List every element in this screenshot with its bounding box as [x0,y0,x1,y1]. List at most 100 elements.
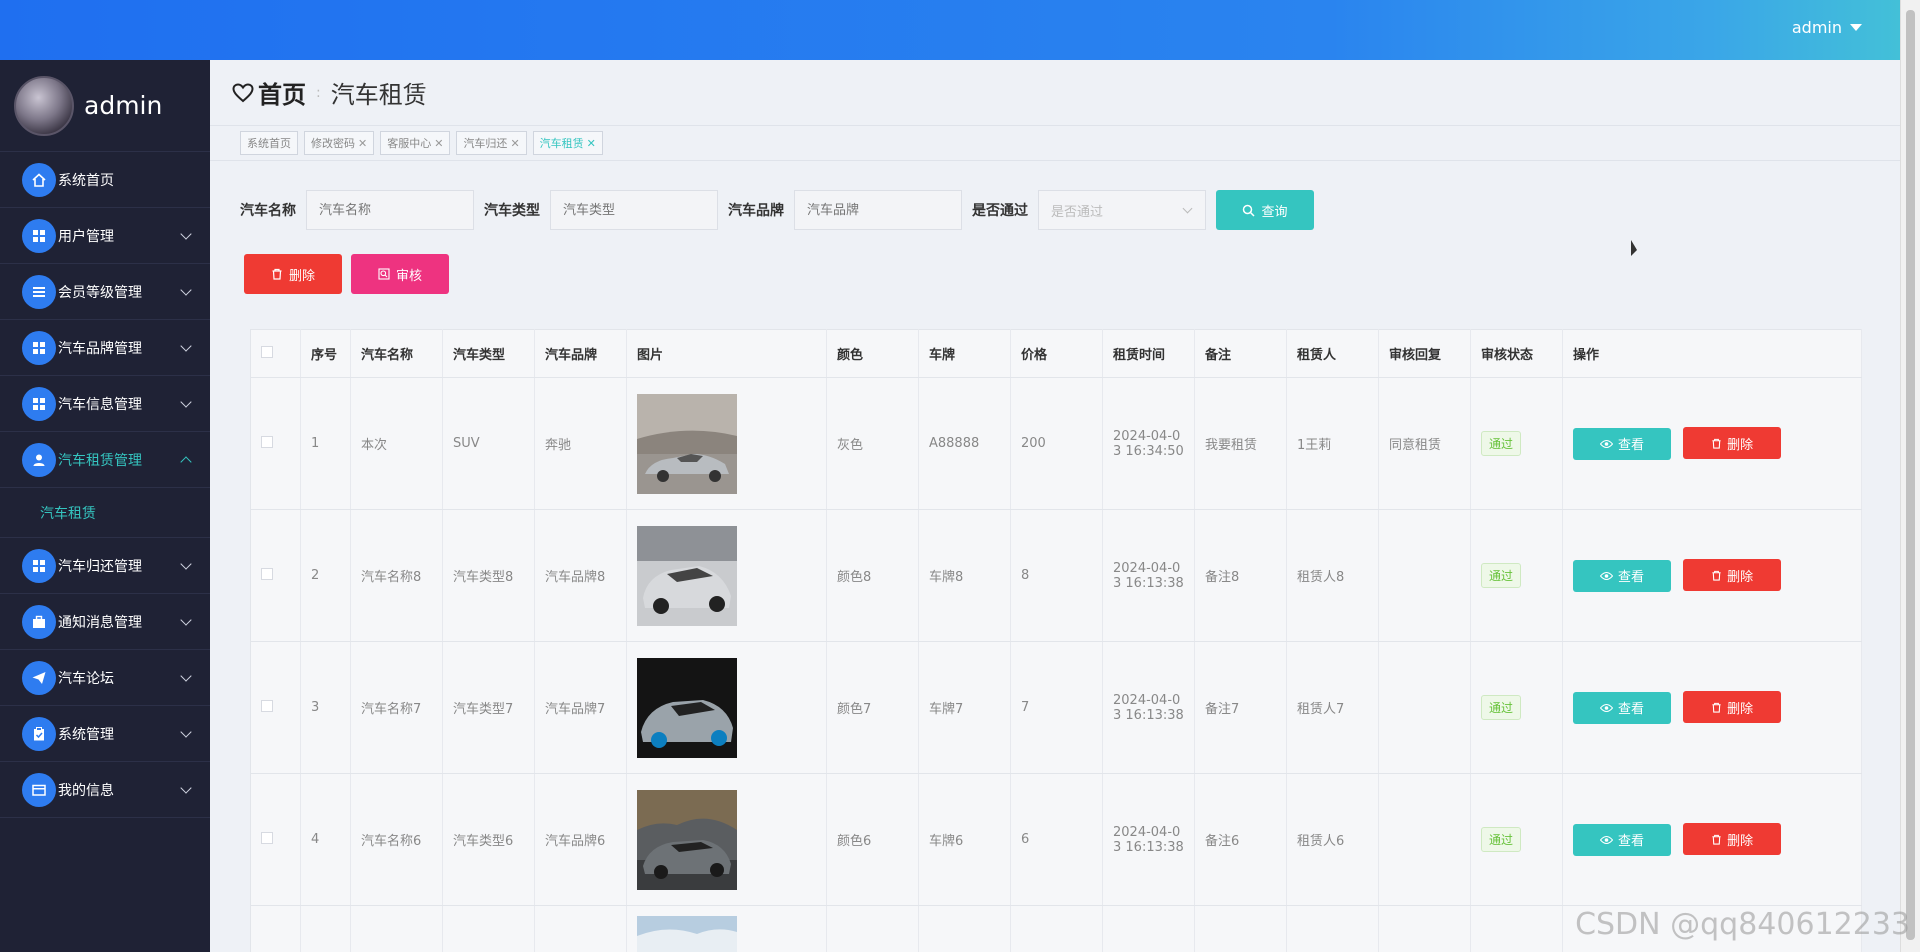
close-icon[interactable]: ✕ [510,137,519,150]
row-checkbox[interactable] [261,435,273,448]
briefcase-icon [22,604,56,639]
chevron-down-icon [180,340,192,352]
sidebar-item-car-return[interactable]: 汽车归还管理 [0,538,210,594]
cell-image [626,641,827,774]
cell-plate: 车牌8 [918,509,1011,642]
col-header: 操作 [1562,329,1862,378]
close-icon[interactable]: ✕ [587,137,596,150]
view-button[interactable]: 查看 [1573,427,1671,460]
avatar [14,75,74,136]
cell-remark: 备注8 [1194,509,1287,642]
tag-home[interactable]: 系统首页 [240,131,298,155]
tag-service-center[interactable]: 客服中心 ✕ [380,131,451,155]
select-all-checkbox[interactable] [261,345,273,358]
search-icon [1243,204,1256,217]
clipboard-icon [22,716,56,751]
delete-button[interactable]: 删除 [1683,823,1782,856]
sidebar-item-home[interactable]: 系统首页 [0,152,210,208]
view-button[interactable]: 查看 [1573,559,1671,592]
cell-brand: 汽车品牌8 [534,509,627,642]
sidebar-item-car-rental[interactable]: 汽车租赁管理 [0,432,210,488]
tag-change-password[interactable]: 修改密码 ✕ [304,131,375,155]
tag-label: 修改密码 [311,137,355,150]
eye-icon [1599,439,1613,448]
cell-reply [1378,641,1471,774]
table-row[interactable]: 3 汽车名称7 汽车类型7 汽车品牌7 颜色7 车牌7 7 2024-04-0 3… [250,641,1862,774]
col-header: 汽车品牌 [534,329,627,378]
sidebar-item-car-brand[interactable]: 汽车品牌管理 [0,320,210,376]
batch-delete-button[interactable]: 删除 [244,254,342,294]
query-button[interactable]: 查询 [1216,190,1314,230]
sidebar-item-label: 汽车品牌管理 [58,340,142,357]
tag-car-return[interactable]: 汽车归还 ✕ [456,131,527,155]
trash-icon [1712,570,1721,581]
eye-icon [1599,703,1613,712]
cell-ops: 查看 删除 [1562,641,1862,774]
sidebar-item-system[interactable]: 系统管理 [0,706,210,762]
page-scrollbar[interactable] [1900,0,1920,952]
sidebar-item-users[interactable]: 用户管理 [0,208,210,264]
sidebar: admin 系统首页 用户管理 会员等级管理 汽车品牌管理 汽车信息管理 汽车租… [0,60,210,952]
grid-icon [22,330,56,365]
breadcrumb-home-label: 首页 [258,81,306,109]
car-image [637,789,737,890]
cell-empty [1194,905,1287,952]
breadcrumb-home[interactable]: 首页 [232,75,306,110]
sidebar-item-notifications[interactable]: 通知消息管理 [0,594,210,650]
delete-button[interactable]: 删除 [1683,691,1782,724]
chevron-down-icon [180,396,192,408]
cell-name: 汽车名称8 [350,509,443,642]
sidebar-item-my-info[interactable]: 我的信息 [0,762,210,818]
submenu-item-car-rental[interactable]: 汽车租赁 [0,488,210,538]
col-header: 颜色 [826,329,919,378]
time-line: 3 16:13:38 [1113,707,1184,723]
col-header: 租赁人 [1286,329,1379,378]
row-checkbox-cell [250,773,301,906]
heart-icon [232,82,254,102]
rental-table: 序号 汽车名称 汽车类型 汽车品牌 图片 颜色 车牌 价格 租赁时间 备注 租赁… [250,329,1862,952]
car-name-input[interactable] [306,190,474,230]
cell-name: 本次 [350,377,443,510]
view-button[interactable]: 查看 [1573,823,1671,856]
delete-label: 删除 [1727,569,1754,585]
time-line: 2024-04-0 [1113,824,1181,840]
row-checkbox[interactable] [261,699,273,712]
sidebar-item-label: 汽车租赁管理 [58,452,142,469]
table-row[interactable]: 2 汽车名称8 汽车类型8 汽车品牌8 颜色8 车牌8 8 2024-04-0 3… [250,509,1862,642]
chevron-down-icon [180,284,192,296]
sidebar-item-car-info[interactable]: 汽车信息管理 [0,376,210,432]
delete-label: 删除 [1727,437,1754,453]
audit-button[interactable]: 审核 [351,254,449,294]
car-brand-input[interactable] [794,190,962,230]
cell-empty [1286,905,1379,952]
pass-select[interactable]: 是否通过 [1038,190,1206,230]
cell-plate: 车牌6 [918,773,1011,906]
table-row[interactable]: 4 汽车名称6 汽车类型6 汽车品牌6 颜色6 车牌6 6 2024-04-0 3… [250,773,1862,906]
user-menu[interactable]: admin [1792,18,1862,37]
sidebar-item-label: 系统管理 [58,726,114,743]
tag-car-rental[interactable]: 汽车租赁 ✕ [532,131,603,155]
delete-button[interactable]: 删除 [1683,427,1782,460]
scrollbar-thumb[interactable] [1906,10,1915,940]
car-type-input[interactable] [550,190,718,230]
cell-time: 2024-04-0 3 16:13:38 [1102,773,1195,906]
time-line: 2024-04-0 [1113,428,1181,444]
row-checkbox[interactable] [261,567,273,580]
close-icon[interactable]: ✕ [358,137,367,150]
cell-empty [1010,905,1103,952]
cell-no: 4 [300,773,351,906]
sidebar-item-member-level[interactable]: 会员等级管理 [0,264,210,320]
tags-bar: 系统首页 修改密码 ✕ 客服中心 ✕ 汽车归还 ✕ 汽车租赁 ✕ [210,125,1900,161]
row-checkbox[interactable] [261,831,273,844]
car-image [637,657,737,758]
delete-button[interactable]: 删除 [1683,559,1782,592]
cell-image [626,773,827,906]
sidebar-item-forum[interactable]: 汽车论坛 [0,650,210,706]
table-row[interactable]: 1 本次 SUV 奔驰 灰色 A88888 200 2024-04-0 3 16:… [250,377,1862,510]
cell-empty [826,905,919,952]
view-button[interactable]: 查看 [1573,691,1671,724]
close-icon[interactable]: ✕ [434,137,443,150]
col-header: 车牌 [918,329,1011,378]
row-checkbox-cell [250,377,301,510]
status-badge: 通过 [1481,695,1522,720]
